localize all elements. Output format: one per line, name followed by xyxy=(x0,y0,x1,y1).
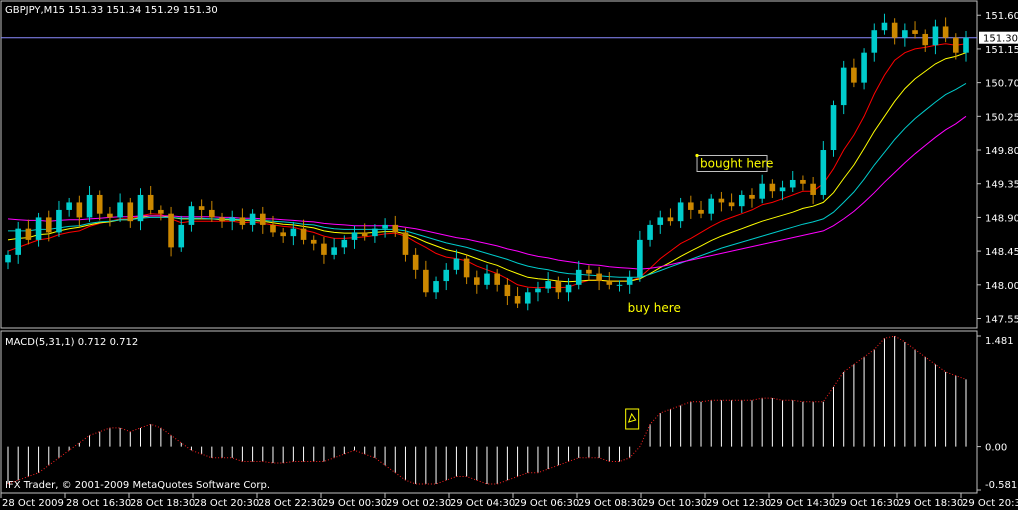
price-tick-label: 151.60 xyxy=(985,11,1018,22)
macd-title: MACD(5,31,1) 0.712 0.712 xyxy=(5,337,138,348)
time-tick-label: 29 Oct 16:30 xyxy=(834,498,899,509)
time-tick-label: 29 Oct 08:30 xyxy=(578,498,643,509)
candlestick xyxy=(830,100,837,157)
macd-panel xyxy=(0,330,978,494)
time-tick-label: 29 Oct 12:30 xyxy=(706,498,771,509)
time-tick-label: 29 Oct 10:30 xyxy=(642,498,707,509)
time-tick-label: 29 Oct 02:30 xyxy=(386,498,451,509)
price-tick-label: 149.80 xyxy=(985,146,1018,157)
time-tick-label: 29 Oct 06:30 xyxy=(514,498,579,509)
time-tick-label: 28 Oct 2009 xyxy=(2,498,64,509)
macd-axis: 1.481 0.00 -0.581 xyxy=(977,335,1017,491)
price-tick-label: 151.15 xyxy=(985,45,1018,56)
footer-copyright: IFX Trader, © 2001-2009 MetaQuotes Softw… xyxy=(5,480,270,491)
time-axis: 28 Oct 2009 28 Oct 16:3028 Oct 18:3028 Oc… xyxy=(0,493,1018,509)
time-tick-label: 29 Oct 00:30 xyxy=(322,498,387,509)
macd-tick-label: -0.581 xyxy=(985,480,1017,491)
time-tick-label: 28 Oct 20:30 xyxy=(194,498,259,509)
time-tick-label: 29 Oct 04:30 xyxy=(450,498,515,509)
bought-here-label: bought here xyxy=(700,156,773,170)
price-tick-label: 147.55 xyxy=(985,315,1018,326)
chart-canvas: GBPJPY,M15 151.33 151.34 151.29 151.30 M… xyxy=(0,0,1018,509)
time-tick-label: 28 Oct 16:30 xyxy=(66,498,131,509)
price-tick-label: 150.70 xyxy=(985,79,1018,90)
price-tick-label: 148.45 xyxy=(985,247,1018,258)
macd-tick-label: 0.00 xyxy=(985,443,1007,454)
buy-here-label: buy here xyxy=(628,301,681,315)
price-tick-label: 150.25 xyxy=(985,112,1018,123)
annotation-anchor xyxy=(695,153,699,158)
price-tick-label: 148.90 xyxy=(985,213,1018,224)
price-tick-label: 148.00 xyxy=(985,281,1018,292)
time-tick-label: 28 Oct 22:30 xyxy=(258,498,323,509)
price-axis: 151.60 151.15 150.70 150.25 149.80 149.35 148.… xyxy=(977,11,1018,326)
price-tick-label: 149.35 xyxy=(985,180,1018,191)
macd-tick-label: 1.481 xyxy=(985,336,1014,347)
time-tick-label: 29 Oct 20:30 xyxy=(962,498,1018,509)
time-tick-label: 28 Oct 18:30 xyxy=(130,498,195,509)
time-tick-label: 29 Oct 14:30 xyxy=(770,498,835,509)
price-chart-title: GBPJPY,M15 151.33 151.34 151.29 151.30 xyxy=(5,5,218,16)
time-tick-label: 29 Oct 18:30 xyxy=(898,498,963,509)
current-price-label: 151.30 xyxy=(983,34,1018,45)
